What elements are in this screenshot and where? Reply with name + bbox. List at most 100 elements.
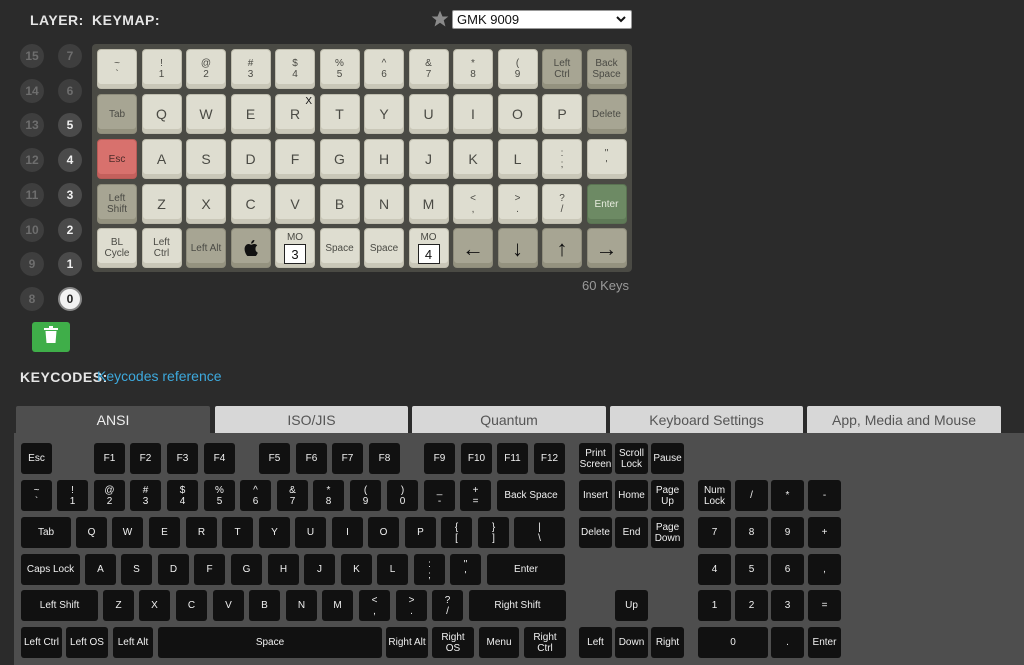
ansi-key[interactable]: ^ 6 [240,480,271,511]
keymap-key[interactable]: → [586,228,627,268]
ansi-key[interactable]: <, [359,590,390,621]
layer-button-0[interactable]: 0 [58,286,82,311]
ansi-key[interactable]: = [808,590,841,621]
keymap-key[interactable]: Left Alt [186,228,226,268]
keymap-key[interactable]: V [275,184,315,224]
ansi-key[interactable]: X [139,590,170,621]
ansi-key[interactable]: Insert [579,480,612,511]
layer-button-6[interactable]: 6 [58,78,82,103]
keymap-key[interactable]: W [186,94,226,134]
ansi-key[interactable]: F12 [534,443,565,474]
ansi-key[interactable]: 0 [698,627,768,658]
keymap-key[interactable]: ~ ` [97,49,137,89]
layer-button-7[interactable]: 7 [58,44,82,68]
ansi-key[interactable]: 9 [771,517,804,548]
ansi-key[interactable]: N [286,590,317,621]
ansi-key[interactable]: #3 [130,480,161,511]
ansi-key[interactable]: + = [460,480,491,511]
keymap-key[interactable]: A [141,139,182,179]
layer-button-3[interactable]: 3 [58,182,82,207]
ansi-key[interactable]: Left OS [66,627,108,658]
ansi-key[interactable]: Up [615,590,648,621]
keymap-key[interactable]: Left Shift [97,184,137,224]
ansi-key[interactable]: Page Up [651,480,684,511]
ansi-key[interactable]: _ - [424,480,455,511]
ansi-key[interactable]: / [735,480,768,511]
star-icon[interactable] [430,9,450,34]
keycodes-reference-link[interactable]: Keycodes reference [97,368,222,384]
keymap-key[interactable]: Y [364,94,404,134]
ansi-key[interactable]: 1 [698,590,731,621]
keymap-key[interactable]: <, [453,184,493,224]
keymap-key[interactable]: ? / [542,184,582,224]
ansi-key[interactable]: ) 0 [387,480,418,511]
keymap-key[interactable]: Enter [586,184,627,224]
ansi-key[interactable]: Page Down [651,517,684,548]
ansi-key[interactable]: * [771,480,804,511]
ansi-key[interactable]: F3 [167,443,198,474]
ansi-key[interactable]: V [213,590,244,621]
ansi-key[interactable]: 7 [698,517,731,548]
keymap-key[interactable]: E [230,94,271,134]
ansi-key[interactable]: D [158,554,189,585]
ansi-key[interactable]: F7 [332,443,363,474]
ansi-key[interactable]: L [377,554,408,585]
keymap-key[interactable]: " ' [586,139,627,179]
ansi-key[interactable]: {[ [441,517,472,548]
keymap-key[interactable]: >. [497,184,538,224]
ansi-key[interactable]: % 5 [204,480,235,511]
ansi-key[interactable]: >. [396,590,427,621]
clear-layer-button[interactable] [32,322,70,352]
keymap-key[interactable]: :; [542,139,582,179]
layer-button-15[interactable]: 15 [20,44,44,68]
ansi-key[interactable]: Print Screen [579,443,612,474]
tab-keyboard-settings[interactable]: Keyboard Settings [610,406,803,433]
ansi-key[interactable]: B [249,590,280,621]
layer-button-12[interactable]: 12 [20,148,44,173]
ansi-key[interactable]: Enter [487,554,565,585]
keymap-key[interactable]: * 8 [453,49,493,89]
ansi-key[interactable]: J [304,554,335,585]
ansi-key[interactable]: A [85,554,116,585]
layer-button-11[interactable]: 11 [20,182,44,207]
keymap-key[interactable]: & 7 [408,49,449,89]
keymap-key[interactable]: BL Cycle [97,228,137,268]
ansi-key[interactable]: F5 [259,443,290,474]
keymap-key[interactable]: N [364,184,404,224]
ansi-key[interactable]: Enter [808,627,841,658]
layer-button-14[interactable]: 14 [20,78,44,103]
ansi-key[interactable]: Left Alt [113,627,153,658]
ansi-key[interactable]: Z [103,590,134,621]
ansi-key[interactable]: }] [478,517,509,548]
ansi-key[interactable]: 5 [735,554,768,585]
ansi-key[interactable]: End [615,517,648,548]
ansi-key[interactable]: ~ ` [21,480,52,511]
keymap-key[interactable]: D [230,139,271,179]
layer-button-2[interactable]: 2 [58,217,82,242]
ansi-key[interactable]: Menu [479,627,519,658]
keymap-key[interactable]: S [186,139,226,179]
keymap-key[interactable]: $4 [275,49,315,89]
ansi-key[interactable]: 2 [735,590,768,621]
ansi-key[interactable]: & 7 [277,480,308,511]
ansi-key[interactable]: T [222,517,253,548]
ansi-key[interactable]: F10 [461,443,492,474]
layer-button-13[interactable]: 13 [20,113,44,138]
keymap-preset-select[interactable]: GMK 9009 [452,10,632,29]
keymap-key[interactable]: C [230,184,271,224]
ansi-key[interactable]: ? / [432,590,463,621]
keymap-key[interactable]: ^ 6 [364,49,404,89]
ansi-key[interactable]: (9 [350,480,381,511]
ansi-key[interactable]: :; [414,554,445,585]
tab-iso-jis[interactable]: ISO/JIS [215,406,408,433]
ansi-key[interactable]: F1 [94,443,125,474]
ansi-key[interactable]: F11 [497,443,528,474]
keymap-key[interactable]: F [275,139,315,179]
layer-button-5[interactable]: 5 [58,113,82,138]
ansi-key[interactable]: I [332,517,363,548]
ansi-key[interactable]: W [112,517,143,548]
keymap-key[interactable]: Esc [97,139,137,179]
ansi-key[interactable]: C [176,590,207,621]
ansi-key[interactable]: Caps Lock [21,554,80,585]
ansi-key[interactable]: Delete [579,517,612,548]
